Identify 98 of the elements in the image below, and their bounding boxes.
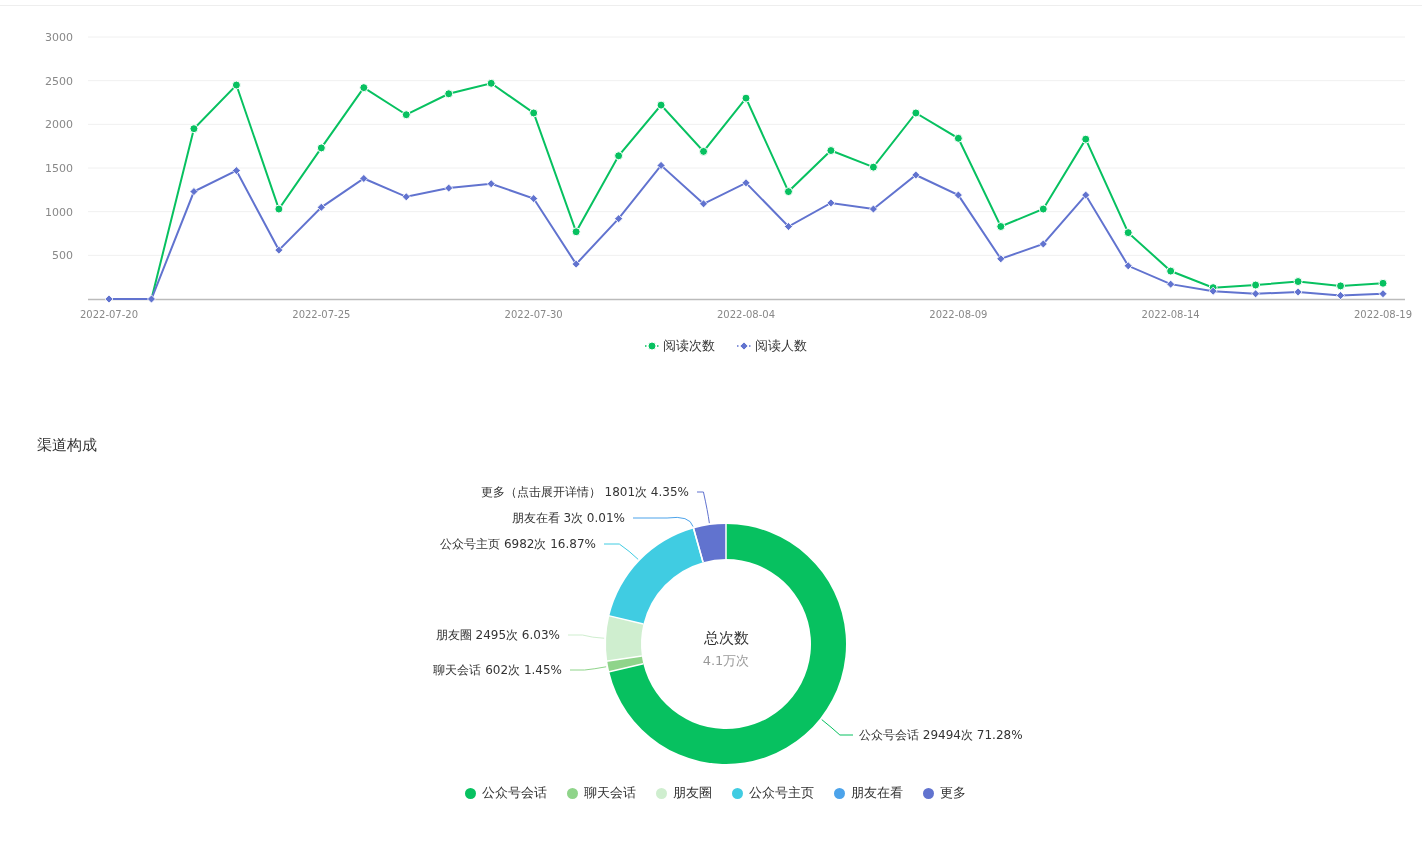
axis-label: 2000 xyxy=(45,118,73,132)
leader-line xyxy=(567,634,605,639)
data-point xyxy=(614,214,623,224)
data-point xyxy=(1336,281,1346,291)
data-point xyxy=(1251,280,1261,290)
axis-label: 2022-08-04 xyxy=(716,309,776,320)
data-point xyxy=(1081,134,1091,144)
data-point xyxy=(316,143,326,153)
data-point xyxy=(614,151,624,161)
data-point xyxy=(444,89,454,99)
leader-line xyxy=(569,666,607,671)
axis-label: 2022-08-14 xyxy=(1141,309,1200,320)
donut-slice[interactable] xyxy=(609,524,846,764)
data-point xyxy=(826,198,836,208)
data-point xyxy=(1166,266,1176,276)
data-point xyxy=(868,162,878,172)
leader-line xyxy=(821,719,854,736)
data-point xyxy=(189,187,199,196)
data-point xyxy=(826,146,836,156)
data-point xyxy=(104,294,114,304)
axis-label: 2022-07-30 xyxy=(504,309,563,320)
center-value: 4.1万次 xyxy=(702,653,750,668)
data-point xyxy=(1336,291,1345,300)
data-point xyxy=(232,166,241,175)
data-point xyxy=(1293,277,1303,287)
data-point xyxy=(571,259,581,269)
center-title: 总次数 xyxy=(703,629,749,647)
data-point xyxy=(359,83,369,93)
leader-line xyxy=(603,543,639,560)
data-point xyxy=(741,178,751,188)
axis-label: 2022-07-20 xyxy=(79,309,139,320)
axis-label: 2022-07-25 xyxy=(292,309,351,320)
data-point xyxy=(189,124,199,134)
data-point xyxy=(953,133,963,143)
slice-label: 朋友圈 2495次 6.03% xyxy=(435,628,560,642)
axis-label: 2022-08-19 xyxy=(1353,309,1413,320)
slice-label: 公众号会话 29494次 71.28% xyxy=(859,728,1023,742)
legend-item[interactable]: 公众号会话 xyxy=(464,784,547,802)
data-point xyxy=(1123,261,1133,271)
data-point xyxy=(656,161,666,170)
donut-slice[interactable] xyxy=(606,615,644,661)
data-point xyxy=(1123,228,1133,238)
legend-item[interactable]: 更多 xyxy=(922,784,966,802)
data-point xyxy=(1038,239,1048,249)
legend-item[interactable]: 聊天会话 xyxy=(566,784,636,802)
slice-label: 更多（点击展开详情） 1801次 4.35% xyxy=(480,485,689,499)
data-point xyxy=(996,222,1006,231)
data-point xyxy=(996,254,1006,264)
data-point xyxy=(699,146,709,156)
data-point xyxy=(1293,287,1303,297)
data-point xyxy=(444,183,454,193)
data-point xyxy=(274,245,284,255)
data-point xyxy=(529,108,539,118)
legend-label[interactable]: 阅读人数 xyxy=(755,337,807,355)
legend-item[interactable]: 朋友圈 xyxy=(655,784,712,802)
data-point xyxy=(656,100,666,110)
legend-item[interactable]: 公众号主页 xyxy=(731,784,814,802)
axis-label: 2500 xyxy=(45,74,73,88)
axis-label: 500 xyxy=(52,249,73,263)
data-point xyxy=(571,227,581,237)
data-point xyxy=(486,78,496,88)
data-point xyxy=(784,222,793,231)
leader-line xyxy=(696,491,710,524)
data-point xyxy=(911,170,921,180)
axis-label: 1500 xyxy=(45,162,73,175)
data-point xyxy=(869,204,878,214)
data-point xyxy=(953,190,963,200)
data-point xyxy=(1378,278,1388,288)
data-point xyxy=(1038,204,1048,214)
data-point xyxy=(1378,289,1388,299)
data-point xyxy=(1166,279,1176,289)
slice-label: 聊天会话 602次 1.45% xyxy=(433,663,562,677)
slice-label: 朋友在看 3次 0.01% xyxy=(511,511,625,525)
section-title: 渠道构成 xyxy=(37,435,97,456)
data-point xyxy=(401,192,411,202)
data-point xyxy=(274,204,284,214)
donut-slice[interactable] xyxy=(609,528,703,625)
legend-label[interactable]: 阅读次数 xyxy=(663,337,715,355)
axis-label: 2022-08-09 xyxy=(929,309,988,320)
leader-line xyxy=(632,516,694,528)
data-point xyxy=(1081,190,1091,200)
donut-slice[interactable] xyxy=(693,524,726,563)
axis-label: 1000 xyxy=(45,205,73,219)
data-point xyxy=(529,194,539,203)
data-point xyxy=(359,174,369,183)
data-point xyxy=(231,80,241,90)
data-point xyxy=(486,179,496,189)
legend-item[interactable]: 朋友在看 xyxy=(833,784,903,802)
data-point xyxy=(783,187,793,197)
axis-label: 3000 xyxy=(45,31,73,44)
data-point xyxy=(147,294,156,304)
data-point xyxy=(401,110,411,120)
slice-label: 公众号主页 6982次 16.87% xyxy=(440,537,596,551)
data-point xyxy=(741,93,751,103)
data-point xyxy=(1251,289,1260,299)
data-point xyxy=(316,202,326,212)
data-point xyxy=(911,108,921,118)
data-point xyxy=(699,199,708,209)
